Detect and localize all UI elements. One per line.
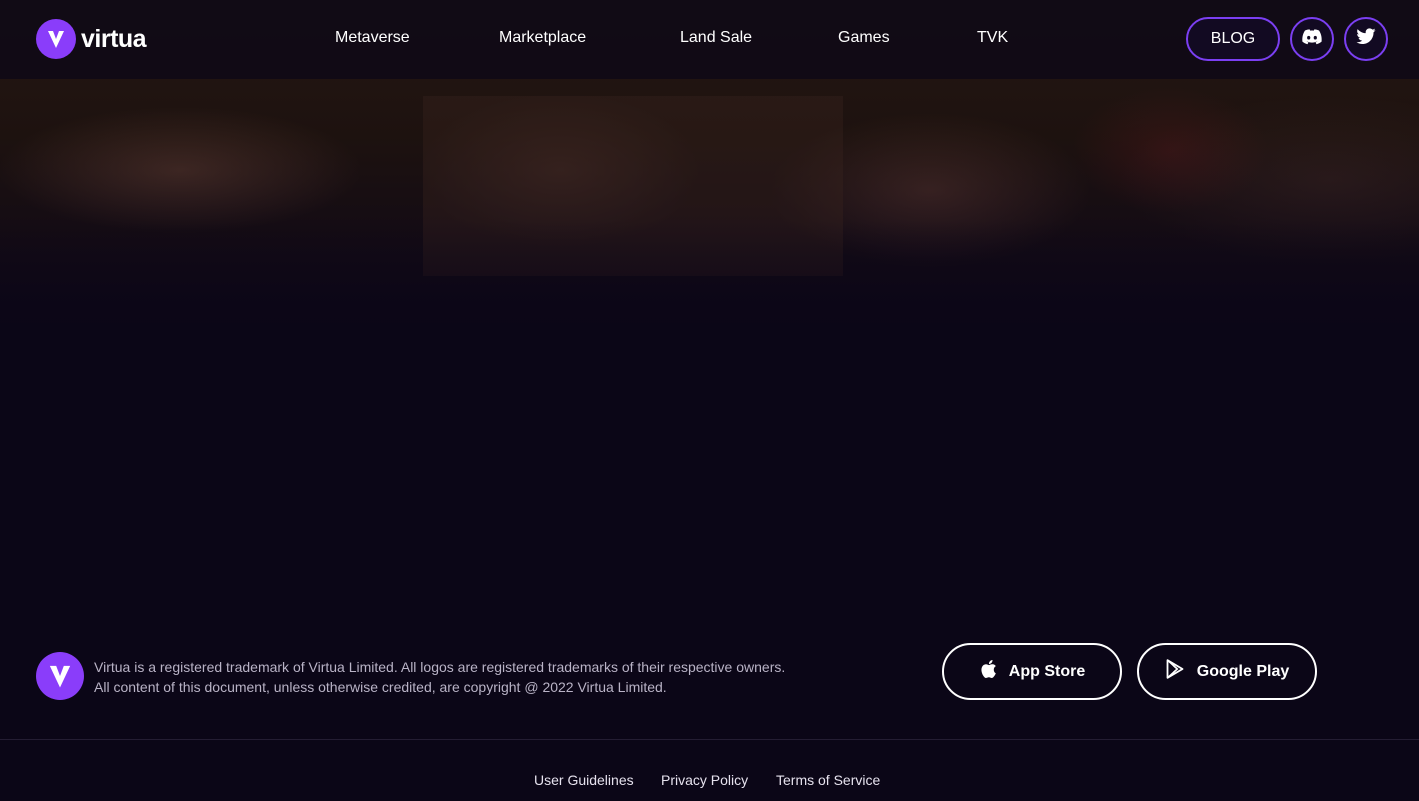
twitter-button[interactable] xyxy=(1344,17,1388,61)
footer-link-terms-of-service[interactable]: Terms of Service xyxy=(776,772,880,788)
nav-item-marketplace[interactable]: Marketplace xyxy=(499,29,586,47)
app-store-label: App Store xyxy=(1008,662,1086,680)
footer-link-privacy-policy[interactable]: Privacy Policy xyxy=(661,772,748,788)
hero-fade-overlay xyxy=(0,220,1419,350)
legal-line-trademark: Virtua is a registered trademark of Virt… xyxy=(94,659,786,675)
virtua-v-icon xyxy=(49,665,71,688)
brand-logo[interactable]: virtua xyxy=(36,19,147,59)
legal-line-copyright: All content of this document, unless oth… xyxy=(94,679,667,695)
nav-item-tvk[interactable]: TVK xyxy=(977,29,1008,47)
nav-item-land-sale[interactable]: Land Sale xyxy=(680,29,752,47)
nav-item-metaverse[interactable]: Metaverse xyxy=(335,29,410,47)
footer-link-user-guidelines[interactable]: User Guidelines xyxy=(534,772,634,788)
nav-item-games[interactable]: Games xyxy=(838,29,890,47)
legal-notice: Virtua is a registered trademark of Virt… xyxy=(94,657,914,697)
footer-logo xyxy=(36,652,84,700)
apple-icon xyxy=(979,658,997,685)
google-play-label: Google Play xyxy=(1196,662,1290,680)
site-header: virtua Metaverse Marketplace Land Sale G… xyxy=(0,0,1419,79)
twitter-icon xyxy=(1356,28,1376,50)
blog-button[interactable]: BLOG xyxy=(1186,17,1280,61)
virtua-v-icon xyxy=(36,19,76,59)
discord-icon xyxy=(1301,28,1323,50)
google-play-icon xyxy=(1165,659,1185,684)
discord-button[interactable] xyxy=(1290,17,1334,61)
brand-name: virtua xyxy=(81,24,147,53)
footer-divider xyxy=(0,739,1419,740)
page: virtua Metaverse Marketplace Land Sale G… xyxy=(0,0,1419,801)
google-play-button[interactable]: Google Play xyxy=(1137,643,1317,700)
app-store-button[interactable]: App Store xyxy=(942,643,1122,700)
